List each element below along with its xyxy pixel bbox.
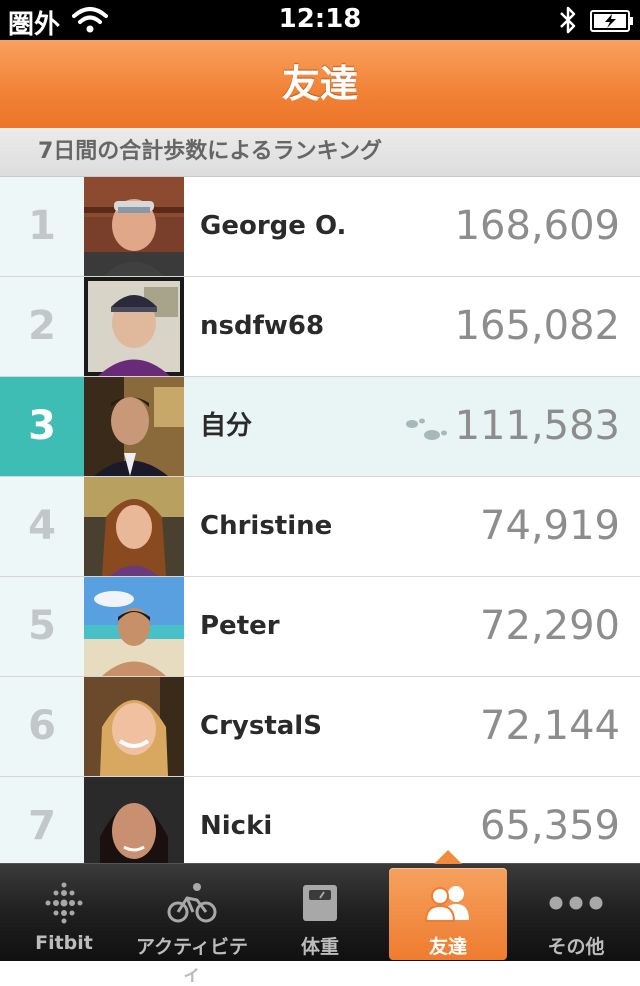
- ranking-row[interactable]: 6 CrystalS 72,144: [0, 677, 640, 777]
- avatar: [84, 677, 184, 776]
- avatar: [84, 177, 184, 276]
- tab-friends[interactable]: 友達: [389, 868, 507, 960]
- ranking-header-label: 7日間の合計歩数によるランキング: [38, 139, 382, 164]
- bluetooth-icon: [560, 6, 576, 34]
- rank-number: 4: [0, 477, 84, 576]
- tab-label: アクティビティ: [136, 936, 248, 985]
- ranking-row[interactable]: 7 Nicki 65,359: [0, 777, 640, 863]
- rank-number: 1: [0, 177, 84, 276]
- friends-icon: [424, 886, 469, 922]
- battery-charging-icon: [590, 10, 633, 32]
- tab-label: 体重: [300, 936, 339, 958]
- tab-weight[interactable]: 体重: [256, 864, 384, 961]
- status-bar: 圏外 12:18: [0, 0, 640, 40]
- friend-name: Nicki: [200, 811, 273, 841]
- friend-name: George O.: [200, 211, 347, 241]
- tab-bar: Fitbit アクティビティ 体重 友達 その他: [0, 863, 640, 985]
- fitbit-dots-icon: [45, 882, 83, 924]
- rank-number: 5: [0, 577, 84, 676]
- friend-name: nsdfw68: [200, 311, 325, 341]
- more-dots-icon: [549, 896, 603, 910]
- step-count: 65,359: [480, 803, 620, 849]
- friend-name: Peter: [200, 611, 280, 641]
- avatar: [84, 277, 184, 376]
- step-count: 165,082: [454, 303, 620, 349]
- tab-label: Fitbit: [35, 932, 93, 954]
- avatar: [84, 377, 184, 476]
- tab-fitbit[interactable]: Fitbit: [0, 864, 128, 961]
- avatar: [84, 777, 184, 863]
- step-count: 168,609: [454, 203, 620, 249]
- ranking-row[interactable]: 5 Peter 72,290: [0, 577, 640, 677]
- rank-number: 2: [0, 277, 84, 376]
- avatar: [84, 477, 184, 576]
- footsteps-icon: [406, 418, 447, 440]
- step-count: 72,144: [480, 703, 620, 749]
- page-title: 友達: [281, 62, 358, 106]
- ranking-list[interactable]: 1 George O. 168,609 2 nsdfw68 165,082 3 …: [0, 177, 640, 863]
- step-count: 111,583: [454, 403, 620, 449]
- friend-name: 自分: [200, 411, 253, 441]
- avatar: [84, 577, 184, 676]
- friend-name: CrystalS: [200, 711, 322, 741]
- ranking-row[interactable]: 4 Christine 74,919: [0, 477, 640, 577]
- nav-bar: 友達: [0, 40, 640, 129]
- tab-activity[interactable]: アクティビティ: [128, 864, 256, 985]
- tab-label: 友達: [428, 936, 467, 958]
- step-count: 72,290: [480, 603, 620, 649]
- ranking-row[interactable]: 1 George O. 168,609: [0, 177, 640, 277]
- ranking-row-self[interactable]: 3 自分 111,583: [0, 377, 640, 477]
- bicycle-icon: [167, 883, 217, 923]
- active-tab-pointer: [434, 850, 462, 864]
- tab-more[interactable]: その他: [512, 864, 640, 961]
- scale-icon: [303, 885, 337, 921]
- friend-name: Christine: [200, 511, 333, 541]
- rank-number: 6: [0, 677, 84, 776]
- section-header: 7日間の合計歩数によるランキング: [0, 128, 640, 177]
- tab-label: その他: [547, 936, 605, 958]
- status-time: 12:18: [278, 4, 362, 34]
- rank-number: 7: [0, 777, 84, 863]
- step-count: 74,919: [480, 503, 620, 549]
- rank-number: 3: [0, 377, 84, 476]
- ranking-row[interactable]: 2 nsdfw68 165,082: [0, 277, 640, 377]
